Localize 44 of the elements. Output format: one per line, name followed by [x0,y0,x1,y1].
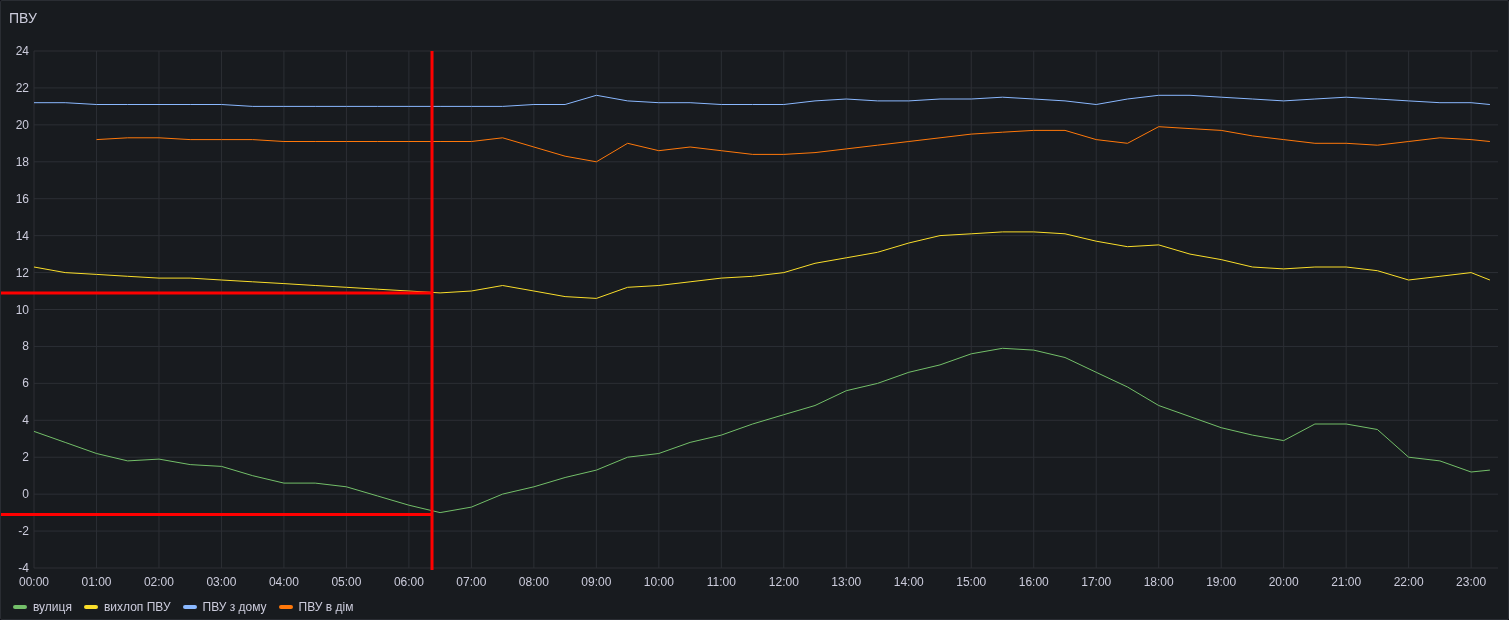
axis-label: 4 [22,413,29,428]
axis-label: 12:00 [768,575,799,589]
legend-label[interactable]: ПВУ в дім [298,599,354,614]
axis-label: 05:00 [331,575,362,589]
axis-label: 06:00 [393,575,424,589]
axis-label: -4 [18,561,29,575]
axis-label: 15:00 [956,575,987,589]
axis-label: 22:00 [1393,575,1424,589]
axis-label: 20 [15,117,29,132]
axis-label: 10 [15,302,29,317]
axis-label: 8 [22,339,29,354]
axis-label: 14 [15,228,29,243]
axis-label: 04:00 [268,575,299,589]
legend-label[interactable]: вулиця [33,599,72,614]
axis-label: 13:00 [831,575,862,589]
axis-label: 02:00 [143,575,174,589]
axis-label: -2 [18,524,29,539]
axis-label: 24 [15,44,29,58]
axis-label: 19:00 [1206,575,1237,589]
axis-label: 14:00 [893,575,924,589]
axis-label: 03:00 [206,575,237,589]
panel-title: ПВУ [8,9,38,27]
axis-label: 21:00 [1331,575,1362,589]
axis-label: 18 [15,154,29,169]
axis-label: 11:00 [706,575,736,589]
axis-label: 2 [22,450,29,465]
axis-label: 18:00 [1143,575,1174,589]
axis-label: 16 [15,191,29,206]
axis-label: 17:00 [1081,575,1112,589]
legend-label[interactable]: ПВУ з дому [202,599,267,614]
axis-label: 09:00 [581,575,612,589]
axis-label: 22 [15,80,29,95]
axis-label: 01:00 [81,575,112,589]
axis-label: 23:00 [1456,575,1487,589]
axis-label: 20:00 [1268,575,1299,589]
axis-label: 16:00 [1018,575,1049,589]
axis-label: 10:00 [643,575,674,589]
axis-label: 08:00 [518,575,549,589]
axis-label: 12 [15,265,29,280]
axis-label: 6 [22,376,29,391]
axis-label: 0 [22,487,29,502]
legend-label[interactable]: вихлоп ПВУ [103,599,171,614]
axis-label: 07:00 [456,575,487,589]
axis-label: 00:00 [19,575,49,589]
